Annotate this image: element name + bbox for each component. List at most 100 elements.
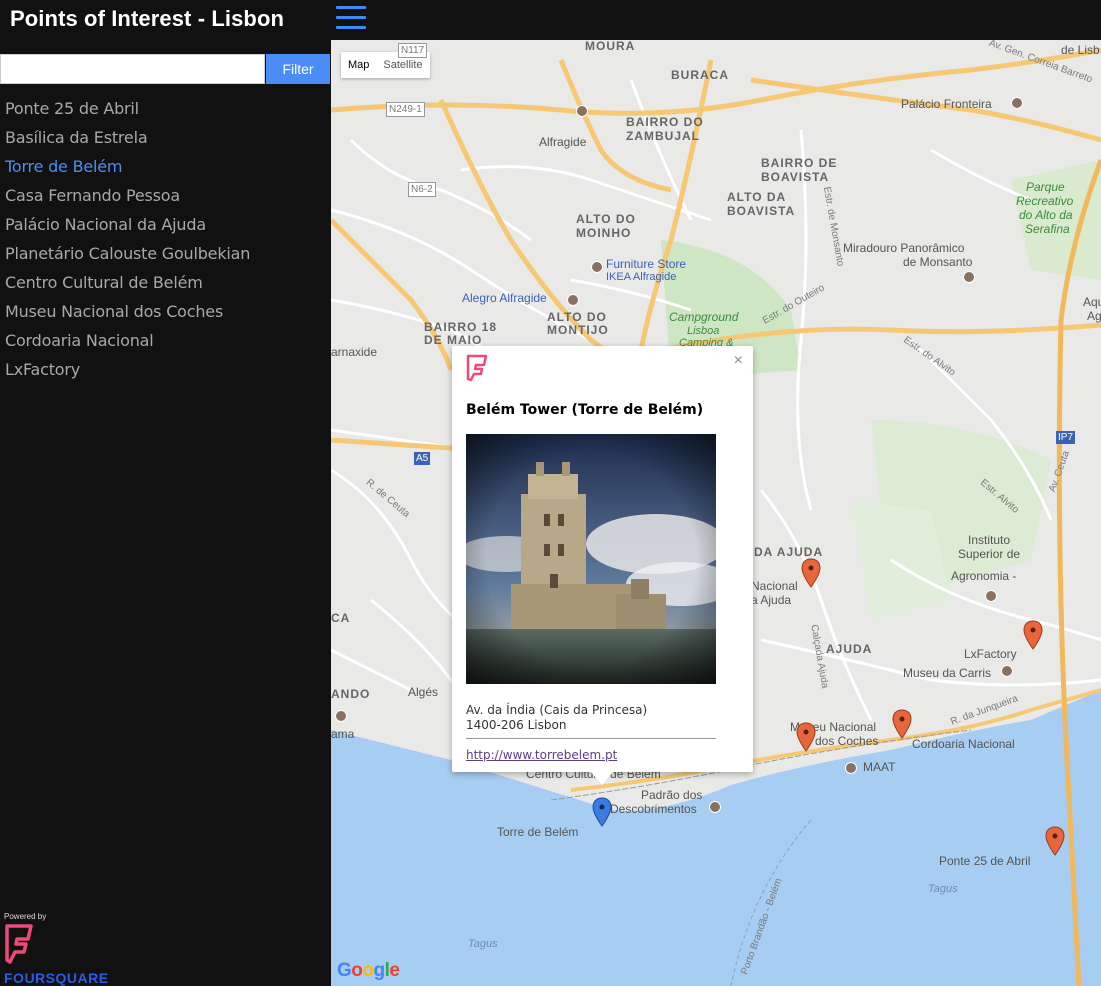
map-label: Aqu (1083, 295, 1101, 309)
map-label: de Monsanto (903, 255, 973, 269)
map-label: ama (331, 727, 355, 741)
poi-item-cordoaria-nacional[interactable]: Cordoaria Nacional (5, 330, 250, 359)
map-marker-torre-de-belem-selected[interactable] (592, 797, 612, 827)
map-label: ANDO (331, 687, 371, 701)
map-label: IP7 (1056, 431, 1076, 444)
map-marker-ponte-25-de-abril[interactable] (1045, 826, 1065, 856)
map-label: BOAVISTA (727, 204, 796, 218)
map-type-map-button[interactable]: Map (341, 52, 376, 78)
map-label: Nacional (751, 579, 798, 593)
filter-button[interactable]: Filter (266, 54, 330, 84)
map-label: Ag (1087, 309, 1101, 323)
map-label: Algés (408, 685, 439, 699)
app-title: Points of Interest - Lisbon (10, 6, 285, 31)
map-label: BAIRRO DO (626, 115, 704, 129)
powered-by-text: Powered by (4, 912, 47, 921)
poi-dot (845, 762, 857, 774)
map-label: Miradouro Panorâmico (843, 241, 965, 255)
poi-item-planetario[interactable]: Planetário Calouste Goulbekian (5, 243, 250, 272)
map-label: de Lisb (1061, 43, 1100, 57)
map-label: Superior de (958, 547, 1021, 561)
venue-photo (466, 434, 716, 684)
poi-dot (335, 710, 347, 722)
map-label: Recreativo (1016, 194, 1074, 208)
poi-dot (1001, 665, 1013, 677)
info-window: × Belém Tower (Torre de Belém) Av. da Ín… (452, 346, 753, 772)
map-label: dos Coches (815, 734, 879, 748)
poi-item-basilica-da-estrela[interactable]: Basílica da Estrela (5, 127, 250, 156)
map-marker-cordoaria-nacional[interactable] (892, 709, 912, 739)
map-label: Tagus (468, 938, 498, 950)
info-window-title: Belém Tower (Torre de Belém) (466, 402, 704, 418)
map-label: MOURA (585, 40, 636, 53)
map-label: Palácio Fronteira (901, 97, 992, 111)
venue-address-line-2: 1400-206 Lisbon (466, 718, 567, 732)
info-window-tail (590, 771, 614, 785)
poi-dot (1011, 97, 1023, 109)
map-label: BOAVISTA (761, 170, 830, 184)
poi-item-lxfactory[interactable]: LxFactory (5, 359, 250, 388)
hamburger-menu-icon[interactable] (336, 6, 366, 30)
map-label: ZAMBUJAL (626, 129, 700, 143)
foursquare-logo-icon (5, 924, 33, 964)
map-label: MONTIJO (547, 323, 609, 337)
map-label: Tagus (928, 883, 958, 895)
filter-input[interactable] (0, 54, 265, 84)
map-label: do Alto da (1019, 208, 1073, 222)
map-label: Descobrimentos (610, 802, 697, 816)
poi-item-museu-nacional-dos-coches[interactable]: Museu Nacional dos Coches (5, 301, 250, 330)
map-label: Instituto (968, 533, 1011, 547)
poi-item-torre-de-belem[interactable]: Torre de Belém (5, 156, 250, 185)
map-label: BURACA (671, 68, 729, 82)
poi-dot (963, 271, 975, 283)
map-marker-lxfactory[interactable] (1023, 620, 1043, 650)
poi-dot (709, 801, 721, 813)
venue-address-line-1: Av. da Índia (Cais da Princesa) (466, 703, 648, 717)
map-label: Torre de Belém (497, 825, 579, 839)
poi-dot (576, 105, 588, 117)
poi-item-casa-fernando-pessoa[interactable]: Casa Fernando Pessoa (5, 185, 250, 214)
map-label: ALTO DA (727, 190, 787, 204)
poi-dot (985, 590, 997, 602)
map-label: CA (331, 611, 351, 625)
divider (466, 738, 716, 739)
poi-item-centro-cultural-de-belem[interactable]: Centro Cultural de Belém (5, 272, 250, 301)
foursquare-logo-icon (466, 354, 488, 382)
map-label: Agronomia - (951, 569, 1017, 583)
map-label: IKEA Alfragide (606, 271, 677, 283)
map-label: A5 (414, 452, 431, 465)
map-label: Serafina (1025, 222, 1070, 236)
foursquare-wordmark: FOURSQUARE (4, 970, 109, 986)
map-label: MOINHO (576, 226, 632, 240)
map-label: Padrão dos (641, 788, 703, 802)
map-label: N117 (398, 43, 428, 58)
map-label: N249-1 (386, 102, 425, 117)
map-label: arnaxide (331, 345, 378, 359)
google-logo: Google (337, 960, 400, 981)
map-label: BAIRRO DE (761, 156, 838, 170)
map-label: Cordoaria Nacional (912, 737, 1015, 751)
map-label: AJUDA (826, 642, 873, 656)
map-marker-palacio-nacional-da-ajuda[interactable] (801, 558, 821, 588)
sidebar: Filter Ponte 25 de Abril Basílica da Est… (0, 40, 331, 986)
map-label: Parque (1026, 180, 1065, 194)
map-label: Ponte 25 de Abril (939, 854, 1031, 868)
venue-url-link[interactable]: http://www.torrebelem.pt (466, 748, 617, 762)
map-label: ALTO DO (576, 212, 636, 226)
poi-dot (567, 294, 579, 306)
map-label: MAAT (863, 760, 896, 774)
poi-dot (591, 261, 603, 273)
map-label: Alegro Alfragide (462, 291, 547, 305)
app-header: Points of Interest - Lisbon (0, 0, 1101, 40)
map-label: N6-2 (408, 182, 436, 197)
poi-item-ponte-25-de-abril[interactable]: Ponte 25 de Abril (5, 98, 250, 127)
map-label: Campground (669, 310, 739, 324)
map-label: a Ajuda (751, 593, 792, 607)
poi-list: Ponte 25 de Abril Basílica da Estrela To… (5, 98, 250, 388)
map-label: Alfragide (539, 135, 587, 149)
map-label: Furniture Store (606, 257, 687, 271)
close-icon[interactable]: × (734, 352, 743, 370)
map-marker-museu-nacional-dos-coches[interactable] (796, 722, 816, 752)
map-label: LxFactory (964, 647, 1017, 661)
poi-item-palacio-nacional-da-ajuda[interactable]: Palácio Nacional da Ajuda (5, 214, 250, 243)
